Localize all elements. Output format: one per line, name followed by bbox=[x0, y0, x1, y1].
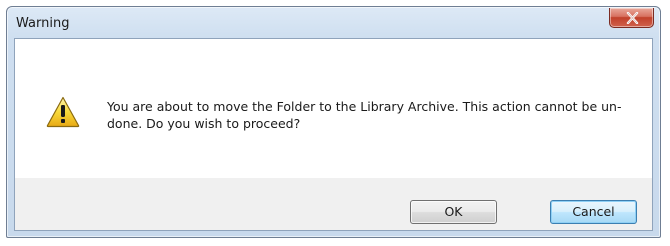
close-button[interactable] bbox=[609, 8, 654, 28]
dialog-title: Warning bbox=[16, 16, 70, 31]
warning-icon bbox=[46, 96, 80, 128]
dialog-body: You are about to move the Folder to the … bbox=[14, 38, 653, 231]
warning-dialog: Warning You are about to move the Folder… bbox=[6, 6, 661, 238]
close-icon bbox=[626, 12, 639, 24]
ok-button[interactable]: OK bbox=[410, 200, 497, 224]
warning-message: You are about to move the Folder to the … bbox=[107, 99, 622, 131]
message-area: You are about to move the Folder to the … bbox=[15, 39, 652, 178]
cancel-button[interactable]: Cancel bbox=[550, 200, 637, 224]
title-bar[interactable]: Warning bbox=[7, 7, 660, 39]
